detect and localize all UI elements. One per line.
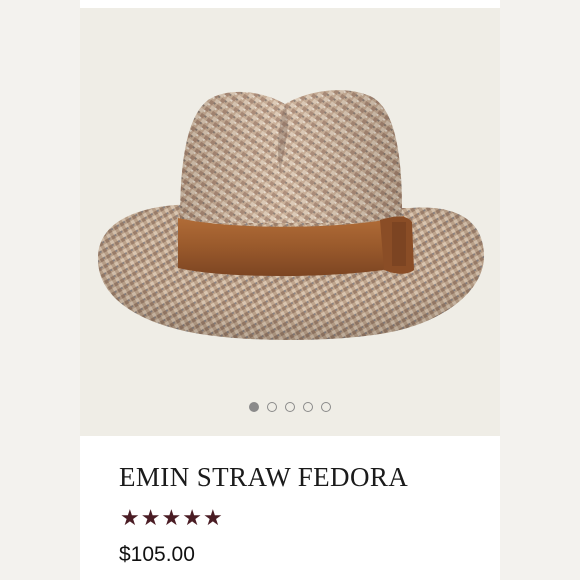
star-icon: ★ (120, 506, 140, 531)
screenshot-frame: EMIN STRAW FEDORA ★ ★ ★ ★ ★ $105.00 (0, 0, 580, 580)
star-icon: ★ (140, 506, 161, 531)
gallery-dot-2[interactable] (267, 402, 277, 412)
gallery-dot-1[interactable] (249, 402, 259, 412)
straw-fedora-hat-image (97, 90, 485, 340)
star-icon: ★ (182, 506, 202, 531)
left-margin (0, 0, 80, 580)
gallery-dot-5[interactable] (321, 402, 331, 412)
gallery-pagination (80, 400, 500, 414)
star-icon: ★ (161, 506, 182, 531)
star-rating[interactable]: ★ ★ ★ ★ ★ (120, 507, 223, 531)
right-margin (500, 0, 580, 580)
star-icon: ★ (202, 506, 223, 531)
gallery-dot-3[interactable] (285, 402, 295, 412)
product-title: EMIN STRAW FEDORA (119, 462, 409, 492)
product-card: EMIN STRAW FEDORA ★ ★ ★ ★ ★ $105.00 (80, 0, 500, 580)
product-price: $105.00 (119, 543, 195, 566)
gallery-dot-4[interactable] (303, 402, 313, 412)
product-image-gallery[interactable] (80, 8, 500, 436)
